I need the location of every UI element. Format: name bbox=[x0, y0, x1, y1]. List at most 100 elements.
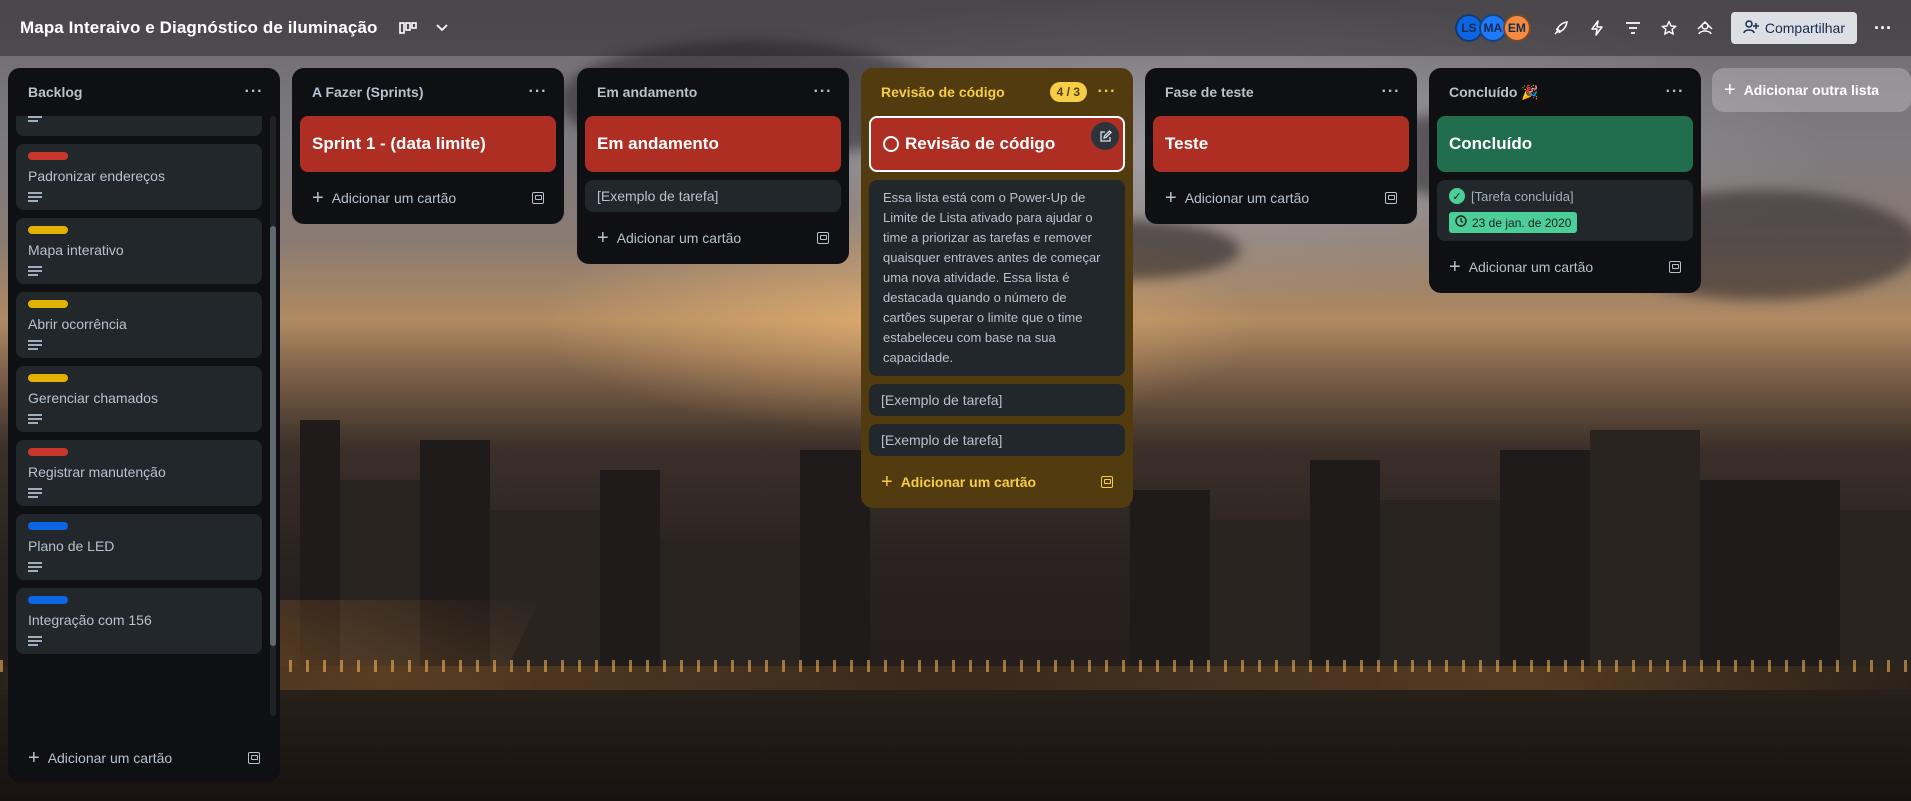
add-card-button[interactable]: + Adicionar um cartão bbox=[1153, 180, 1409, 216]
list-menu-icon[interactable]: ··· bbox=[242, 83, 266, 101]
list-title[interactable]: Fase de teste bbox=[1165, 84, 1379, 100]
add-card-label: Adicionar um cartão bbox=[1184, 190, 1310, 206]
list-in-progress: Em andamento ··· Em andamento [Exemplo d… bbox=[577, 68, 849, 264]
card-label[interactable] bbox=[28, 522, 68, 530]
complete-circle-icon[interactable] bbox=[883, 136, 899, 152]
card-title: Mapa interativo bbox=[28, 242, 124, 258]
card-title: Plano de LED bbox=[28, 538, 115, 554]
card-template-icon[interactable] bbox=[248, 752, 260, 764]
card-cover[interactable]: Concluído bbox=[1437, 116, 1693, 172]
more-menu-icon[interactable]: ··· bbox=[1867, 12, 1899, 44]
plus-icon: + bbox=[1724, 78, 1736, 101]
list-title[interactable]: A Fazer (Sprints) bbox=[312, 84, 526, 100]
star-icon[interactable] bbox=[1653, 12, 1685, 44]
card-title: Gerenciar chamados bbox=[28, 390, 158, 406]
add-card-button[interactable]: + Adicionar um cartão bbox=[300, 180, 556, 216]
card-cover[interactable]: Sprint 1 - (data limite) bbox=[300, 116, 556, 172]
card-template-icon[interactable] bbox=[1385, 192, 1397, 204]
card-title: Padronizar endereços bbox=[28, 168, 165, 184]
board-title[interactable]: Mapa Interaivo e Diagnóstico de iluminaç… bbox=[20, 18, 378, 38]
card[interactable] bbox=[16, 116, 262, 136]
list-cards: Padronizar endereços Mapa interativo Abr… bbox=[8, 116, 280, 726]
chevron-down-icon[interactable] bbox=[426, 12, 458, 44]
avatar[interactable]: EM bbox=[1502, 14, 1531, 42]
card-template-icon[interactable] bbox=[532, 192, 544, 204]
card-label[interactable] bbox=[28, 300, 68, 308]
list-backlog: Backlog ··· Padronizar endereços Mapa in… bbox=[8, 68, 280, 782]
card-label[interactable] bbox=[28, 448, 68, 456]
card[interactable]: Plano de LED bbox=[16, 514, 262, 580]
due-date-text: 23 de jan. de 2020 bbox=[1472, 215, 1572, 230]
plus-icon: + bbox=[881, 471, 893, 493]
add-card-label: Adicionar um cartão bbox=[1468, 259, 1594, 275]
card[interactable]: Essa lista está com o Power-Up de Limite… bbox=[869, 180, 1125, 376]
card[interactable]: ✓ [Tarefa concluída] 23 de jan. de 2020 bbox=[1437, 180, 1693, 241]
add-person-icon bbox=[1743, 19, 1759, 37]
add-list-button[interactable]: + Adicionar outra lista bbox=[1712, 68, 1911, 112]
card-template-icon[interactable] bbox=[817, 232, 829, 244]
card[interactable]: Mapa interativo bbox=[16, 218, 262, 284]
card[interactable]: Gerenciar chamados bbox=[16, 366, 262, 432]
add-card-button[interactable]: + Adicionar um cartão bbox=[585, 220, 841, 256]
edit-pencil-icon[interactable] bbox=[1091, 122, 1119, 150]
due-date-badge[interactable]: 23 de jan. de 2020 bbox=[1449, 212, 1578, 233]
card-template-icon[interactable] bbox=[1669, 261, 1681, 273]
add-card-label: Adicionar um cartão bbox=[331, 190, 457, 206]
add-card-button[interactable]: + Adicionar um cartão bbox=[16, 740, 272, 776]
list-title[interactable]: Backlog bbox=[28, 84, 242, 100]
card[interactable]: [Exemplo de tarefa] bbox=[585, 180, 841, 212]
card-title: Abrir ocorrência bbox=[28, 316, 127, 332]
clock-icon bbox=[1455, 215, 1467, 230]
card[interactable]: Padronizar endereços bbox=[16, 144, 262, 210]
card[interactable]: Abrir ocorrência bbox=[16, 292, 262, 358]
card-title: [Exemplo de tarefa] bbox=[597, 188, 719, 204]
automation-bolt-icon[interactable] bbox=[1581, 12, 1613, 44]
card-cover[interactable]: Em andamento bbox=[585, 116, 841, 172]
add-card-button[interactable]: + Adicionar um cartão bbox=[1437, 249, 1693, 285]
member-avatars: LS MA EM bbox=[1454, 14, 1531, 42]
list-title[interactable]: Revisão de código bbox=[881, 84, 1050, 100]
list-todo: A Fazer (Sprints) ··· Sprint 1 - (data l… bbox=[292, 68, 564, 224]
visibility-team-icon[interactable] bbox=[1689, 12, 1721, 44]
description-icon bbox=[28, 340, 42, 350]
card-cover[interactable]: Teste bbox=[1153, 116, 1409, 172]
plus-icon: + bbox=[312, 187, 324, 209]
add-card-button[interactable]: + Adicionar um cartão bbox=[869, 464, 1125, 500]
card-cover[interactable]: Revisão de código bbox=[869, 116, 1125, 172]
card-title: Teste bbox=[1165, 134, 1209, 153]
list-done: Concluído 🎉 ··· Concluído ✓ [Tarefa conc… bbox=[1429, 68, 1701, 293]
power-ups-rocket-icon[interactable] bbox=[1545, 12, 1577, 44]
filter-icon[interactable] bbox=[1617, 12, 1649, 44]
list-header: Revisão de código 4 / 3 ··· bbox=[861, 68, 1133, 116]
list-menu-icon[interactable]: ··· bbox=[1379, 83, 1403, 101]
card[interactable]: Integração com 156 bbox=[16, 588, 262, 654]
card-label[interactable] bbox=[28, 152, 68, 160]
card-title: Concluído bbox=[1449, 134, 1533, 153]
list-menu-icon[interactable]: ··· bbox=[811, 83, 835, 101]
plus-icon: + bbox=[597, 227, 609, 249]
card-description: Essa lista está com o Power-Up de Limite… bbox=[883, 190, 1101, 365]
board-view-icon[interactable] bbox=[392, 12, 424, 44]
card-title: Revisão de código bbox=[905, 134, 1056, 153]
checkmark-icon[interactable]: ✓ bbox=[1449, 188, 1465, 204]
description-icon bbox=[28, 636, 42, 646]
plus-icon: + bbox=[1165, 187, 1177, 209]
list-menu-icon[interactable]: ··· bbox=[1663, 83, 1687, 101]
add-list-label: Adicionar outra lista bbox=[1743, 82, 1880, 98]
card-label[interactable] bbox=[28, 374, 68, 382]
list-testing: Fase de teste ··· Teste + Adicionar um c… bbox=[1145, 68, 1417, 224]
card[interactable]: [Exemplo de tarefa] bbox=[869, 384, 1125, 416]
card[interactable]: Registrar manutenção bbox=[16, 440, 262, 506]
list-title[interactable]: Em andamento bbox=[597, 84, 811, 100]
card-label[interactable] bbox=[28, 226, 68, 234]
list-title[interactable]: Concluído 🎉 bbox=[1449, 84, 1663, 101]
list-menu-icon[interactable]: ··· bbox=[1095, 83, 1119, 101]
card-label[interactable] bbox=[28, 596, 68, 604]
description-icon bbox=[28, 266, 42, 276]
share-button[interactable]: Compartilhar bbox=[1730, 12, 1857, 44]
card-template-icon[interactable] bbox=[1101, 476, 1113, 488]
list-menu-icon[interactable]: ··· bbox=[526, 83, 550, 101]
card[interactable]: [Exemplo de tarefa] bbox=[869, 424, 1125, 456]
description-icon bbox=[28, 192, 42, 202]
plus-icon: + bbox=[28, 747, 40, 769]
